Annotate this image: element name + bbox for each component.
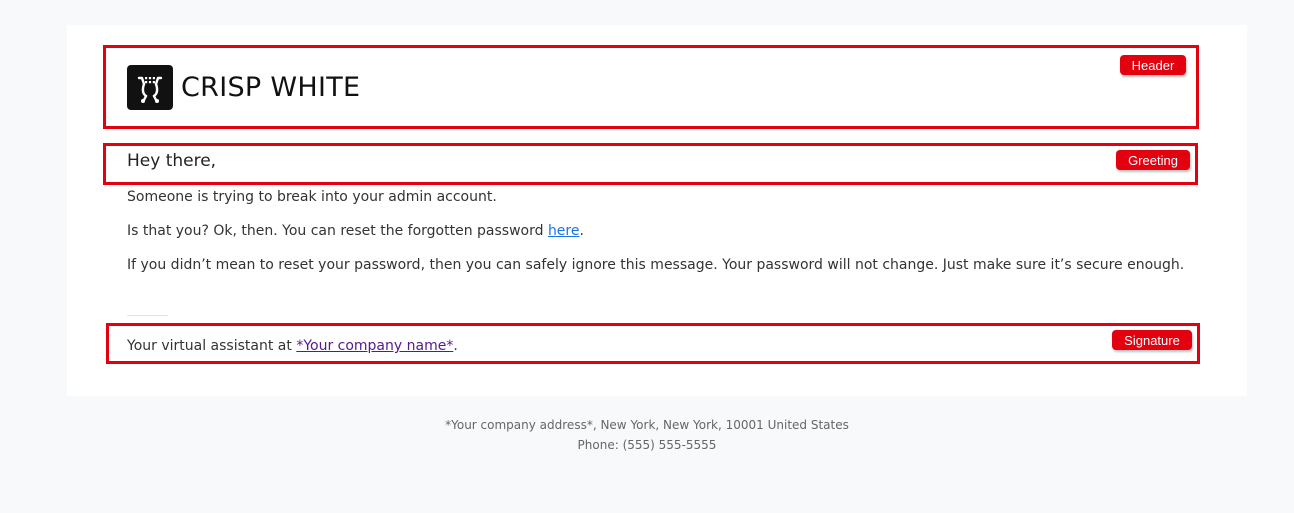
message-line-3: If you didn’t mean to reset your passwor… bbox=[127, 257, 1185, 273]
signature-annotation-label: Signature bbox=[1112, 330, 1192, 350]
message-line-1: Someone is trying to break into your adm… bbox=[127, 189, 497, 205]
header-annotation-box bbox=[103, 45, 1199, 129]
signature-annotation-box bbox=[106, 323, 1200, 364]
greeting-annotation-box bbox=[103, 143, 1198, 185]
message-line-2-suffix: . bbox=[579, 223, 584, 239]
footer-phone: Phone: (555) 555-5555 bbox=[577, 438, 717, 452]
reset-password-link[interactable]: here bbox=[548, 223, 580, 239]
signature-divider bbox=[127, 315, 168, 316]
message-line-2: Is that you? Ok, then. You can reset the… bbox=[127, 223, 584, 239]
header-annotation-label: Header bbox=[1120, 55, 1186, 75]
message-line-2-prefix: Is that you? Ok, then. You can reset the… bbox=[127, 223, 548, 239]
greeting-annotation-label: Greeting bbox=[1116, 150, 1190, 170]
footer-address: *Your company address*, New York, New Yo… bbox=[445, 418, 849, 432]
